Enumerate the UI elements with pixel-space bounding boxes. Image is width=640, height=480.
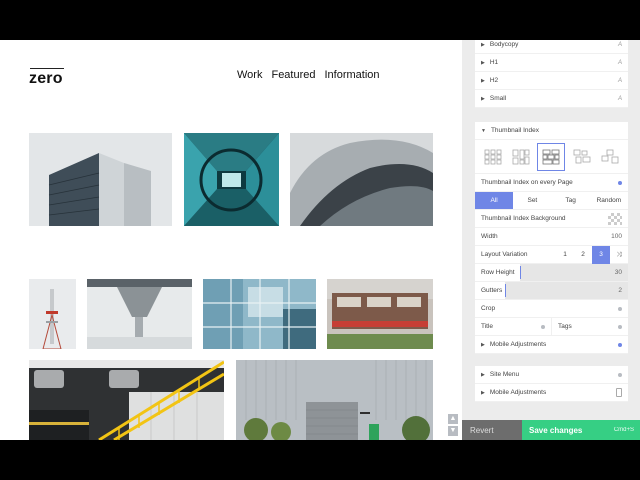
- thumbnail-mobile-adjustments[interactable]: ▶ Mobile Adjustments: [475, 336, 628, 354]
- thumbnail-index-card: ▼ Thumbnail Index Thumbnail Index on eve…: [475, 122, 628, 354]
- triangle-right-icon: ▶: [481, 341, 485, 348]
- toggle-on-indicator[interactable]: [618, 342, 622, 347]
- toggle-off-indicator[interactable]: [541, 324, 545, 329]
- font-icon: A: [617, 59, 622, 66]
- filter-tab-random[interactable]: Random: [590, 192, 628, 209]
- triangle-down-icon: ▼: [481, 127, 486, 134]
- thumbnail-every-page-toggle[interactable]: Thumbnail Index on every Page: [475, 174, 628, 192]
- layout-freeform-option[interactable]: [570, 145, 594, 169]
- thumbnail-index-header[interactable]: ▼ Thumbnail Index: [475, 122, 628, 140]
- nav-work[interactable]: Work: [237, 69, 262, 81]
- text-style-h1[interactable]: ▶ H1 A: [475, 54, 628, 72]
- thumbnail-tunnel-teal[interactable]: [184, 133, 279, 226]
- filter-tab-tag[interactable]: Tag: [552, 192, 590, 209]
- width-row[interactable]: Width 100: [475, 228, 628, 246]
- triangle-right-icon: ▶: [481, 59, 485, 66]
- browser-viewport: zero Work Featured Information ▲ ▼ ▶ Bod…: [0, 40, 640, 440]
- toggle-off-indicator[interactable]: [618, 306, 622, 311]
- triangle-right-icon: ▶: [481, 371, 485, 378]
- site-logo[interactable]: zero: [29, 70, 63, 88]
- toggle-off-indicator[interactable]: [618, 372, 622, 377]
- filter-tab-all[interactable]: All: [475, 192, 514, 209]
- scroll-up-icon[interactable]: ▲: [448, 414, 458, 424]
- thumbnail-antenna-tower[interactable]: [29, 279, 76, 349]
- transparent-swatch-icon[interactable]: [608, 212, 622, 225]
- triangle-right-icon: ▶: [481, 389, 485, 396]
- layout-variation-row: Layout Variation 1 2 3 ⤨: [475, 245, 628, 264]
- toggle-off-indicator[interactable]: [618, 324, 622, 329]
- site-nav: Work Featured Information: [237, 69, 380, 81]
- title-toggle[interactable]: Title: [475, 318, 552, 336]
- layout-masonry-option[interactable]: [509, 145, 533, 169]
- shuffle-icon[interactable]: ⤨: [610, 246, 628, 264]
- thumbnail-yellow-stairs[interactable]: [29, 360, 224, 440]
- tags-toggle[interactable]: Tags: [552, 318, 628, 336]
- thumbnail-train-car[interactable]: [327, 279, 433, 349]
- panel-footer: Revert Save changes Cmd+S: [462, 420, 640, 440]
- row-height-handle[interactable]: [520, 266, 521, 279]
- row-height-track: [520, 264, 628, 281]
- thumbnail-glass-reflection[interactable]: [203, 279, 316, 349]
- layout-grid-option[interactable]: [481, 145, 505, 169]
- text-style-bodycopy[interactable]: ▶ Bodycopy A: [475, 40, 628, 54]
- triangle-right-icon: ▶: [481, 41, 485, 48]
- layout-variation-buttons: 1 2 3 ⤨: [556, 245, 628, 264]
- save-changes-label: Save changes: [529, 425, 583, 435]
- thumbnail-foggy-bridge[interactable]: [87, 279, 192, 349]
- site-menu-mobile-adjustments[interactable]: ▶ Mobile Adjustments: [475, 384, 628, 402]
- site-preview: zero Work Featured Information ▲ ▼: [0, 40, 462, 440]
- width-value[interactable]: 100: [611, 233, 622, 240]
- gutters-handle[interactable]: [505, 284, 506, 297]
- font-icon: A: [617, 77, 622, 84]
- nav-featured[interactable]: Featured: [271, 69, 315, 81]
- crop-row[interactable]: Crop: [475, 300, 628, 318]
- font-icon: A: [617, 41, 622, 48]
- thumbnail-background-row[interactable]: Thumbnail Index Background: [475, 210, 628, 228]
- gutters-slider[interactable]: Gutters 2: [475, 282, 628, 300]
- save-changes-button[interactable]: Save changes Cmd+S: [522, 420, 640, 440]
- preview-scroll-controls: ▲ ▼: [448, 414, 458, 438]
- row-height-slider[interactable]: Row Height 30: [475, 264, 628, 282]
- layout-scattered-option[interactable]: [598, 145, 622, 169]
- scroll-down-icon[interactable]: ▼: [448, 426, 458, 436]
- toggle-on-indicator[interactable]: [618, 180, 622, 185]
- thumbnail-warehouse-door[interactable]: [236, 360, 433, 440]
- layout-variation-1[interactable]: 1: [556, 246, 574, 264]
- revert-button[interactable]: Revert: [462, 420, 522, 440]
- site-menu-card: ▶ Site Menu ▶ Mobile Adjustments: [475, 366, 628, 402]
- thumbnail-layout-picker: [475, 140, 628, 174]
- text-styles-card: ▶ Bodycopy A ▶ H1 A ▶ H2 A ▶ Small A: [475, 40, 628, 108]
- text-style-small[interactable]: ▶ Small A: [475, 90, 628, 108]
- site-menu-row[interactable]: ▶ Site Menu: [475, 366, 628, 384]
- filter-tab-set[interactable]: Set: [513, 192, 551, 209]
- thumbnail-curved-metal[interactable]: [290, 133, 433, 226]
- gutters-track: [505, 282, 628, 299]
- layout-justify-option[interactable]: [537, 142, 566, 171]
- triangle-right-icon: ▶: [481, 95, 485, 102]
- layout-variation-3[interactable]: 3: [592, 245, 610, 264]
- font-icon: A: [617, 95, 622, 102]
- gutters-value: 2: [618, 287, 622, 294]
- row-height-value: 30: [614, 269, 622, 276]
- title-tags-row: Title Tags: [475, 318, 628, 336]
- design-panel: ▶ Bodycopy A ▶ H1 A ▶ H2 A ▶ Small A ▼ Thumbnail …: [462, 40, 640, 440]
- thumbnail-building-glass[interactable]: [29, 133, 172, 226]
- mobile-device-icon: [616, 388, 622, 397]
- thumbnail-filter-tabs: All Set Tag Random: [475, 192, 628, 210]
- nav-information[interactable]: Information: [325, 69, 380, 81]
- logo-rule: [30, 68, 64, 69]
- triangle-right-icon: ▶: [481, 77, 485, 84]
- layout-variation-2[interactable]: 2: [574, 246, 592, 264]
- text-style-h2[interactable]: ▶ H2 A: [475, 72, 628, 90]
- save-shortcut: Cmd+S: [613, 427, 634, 433]
